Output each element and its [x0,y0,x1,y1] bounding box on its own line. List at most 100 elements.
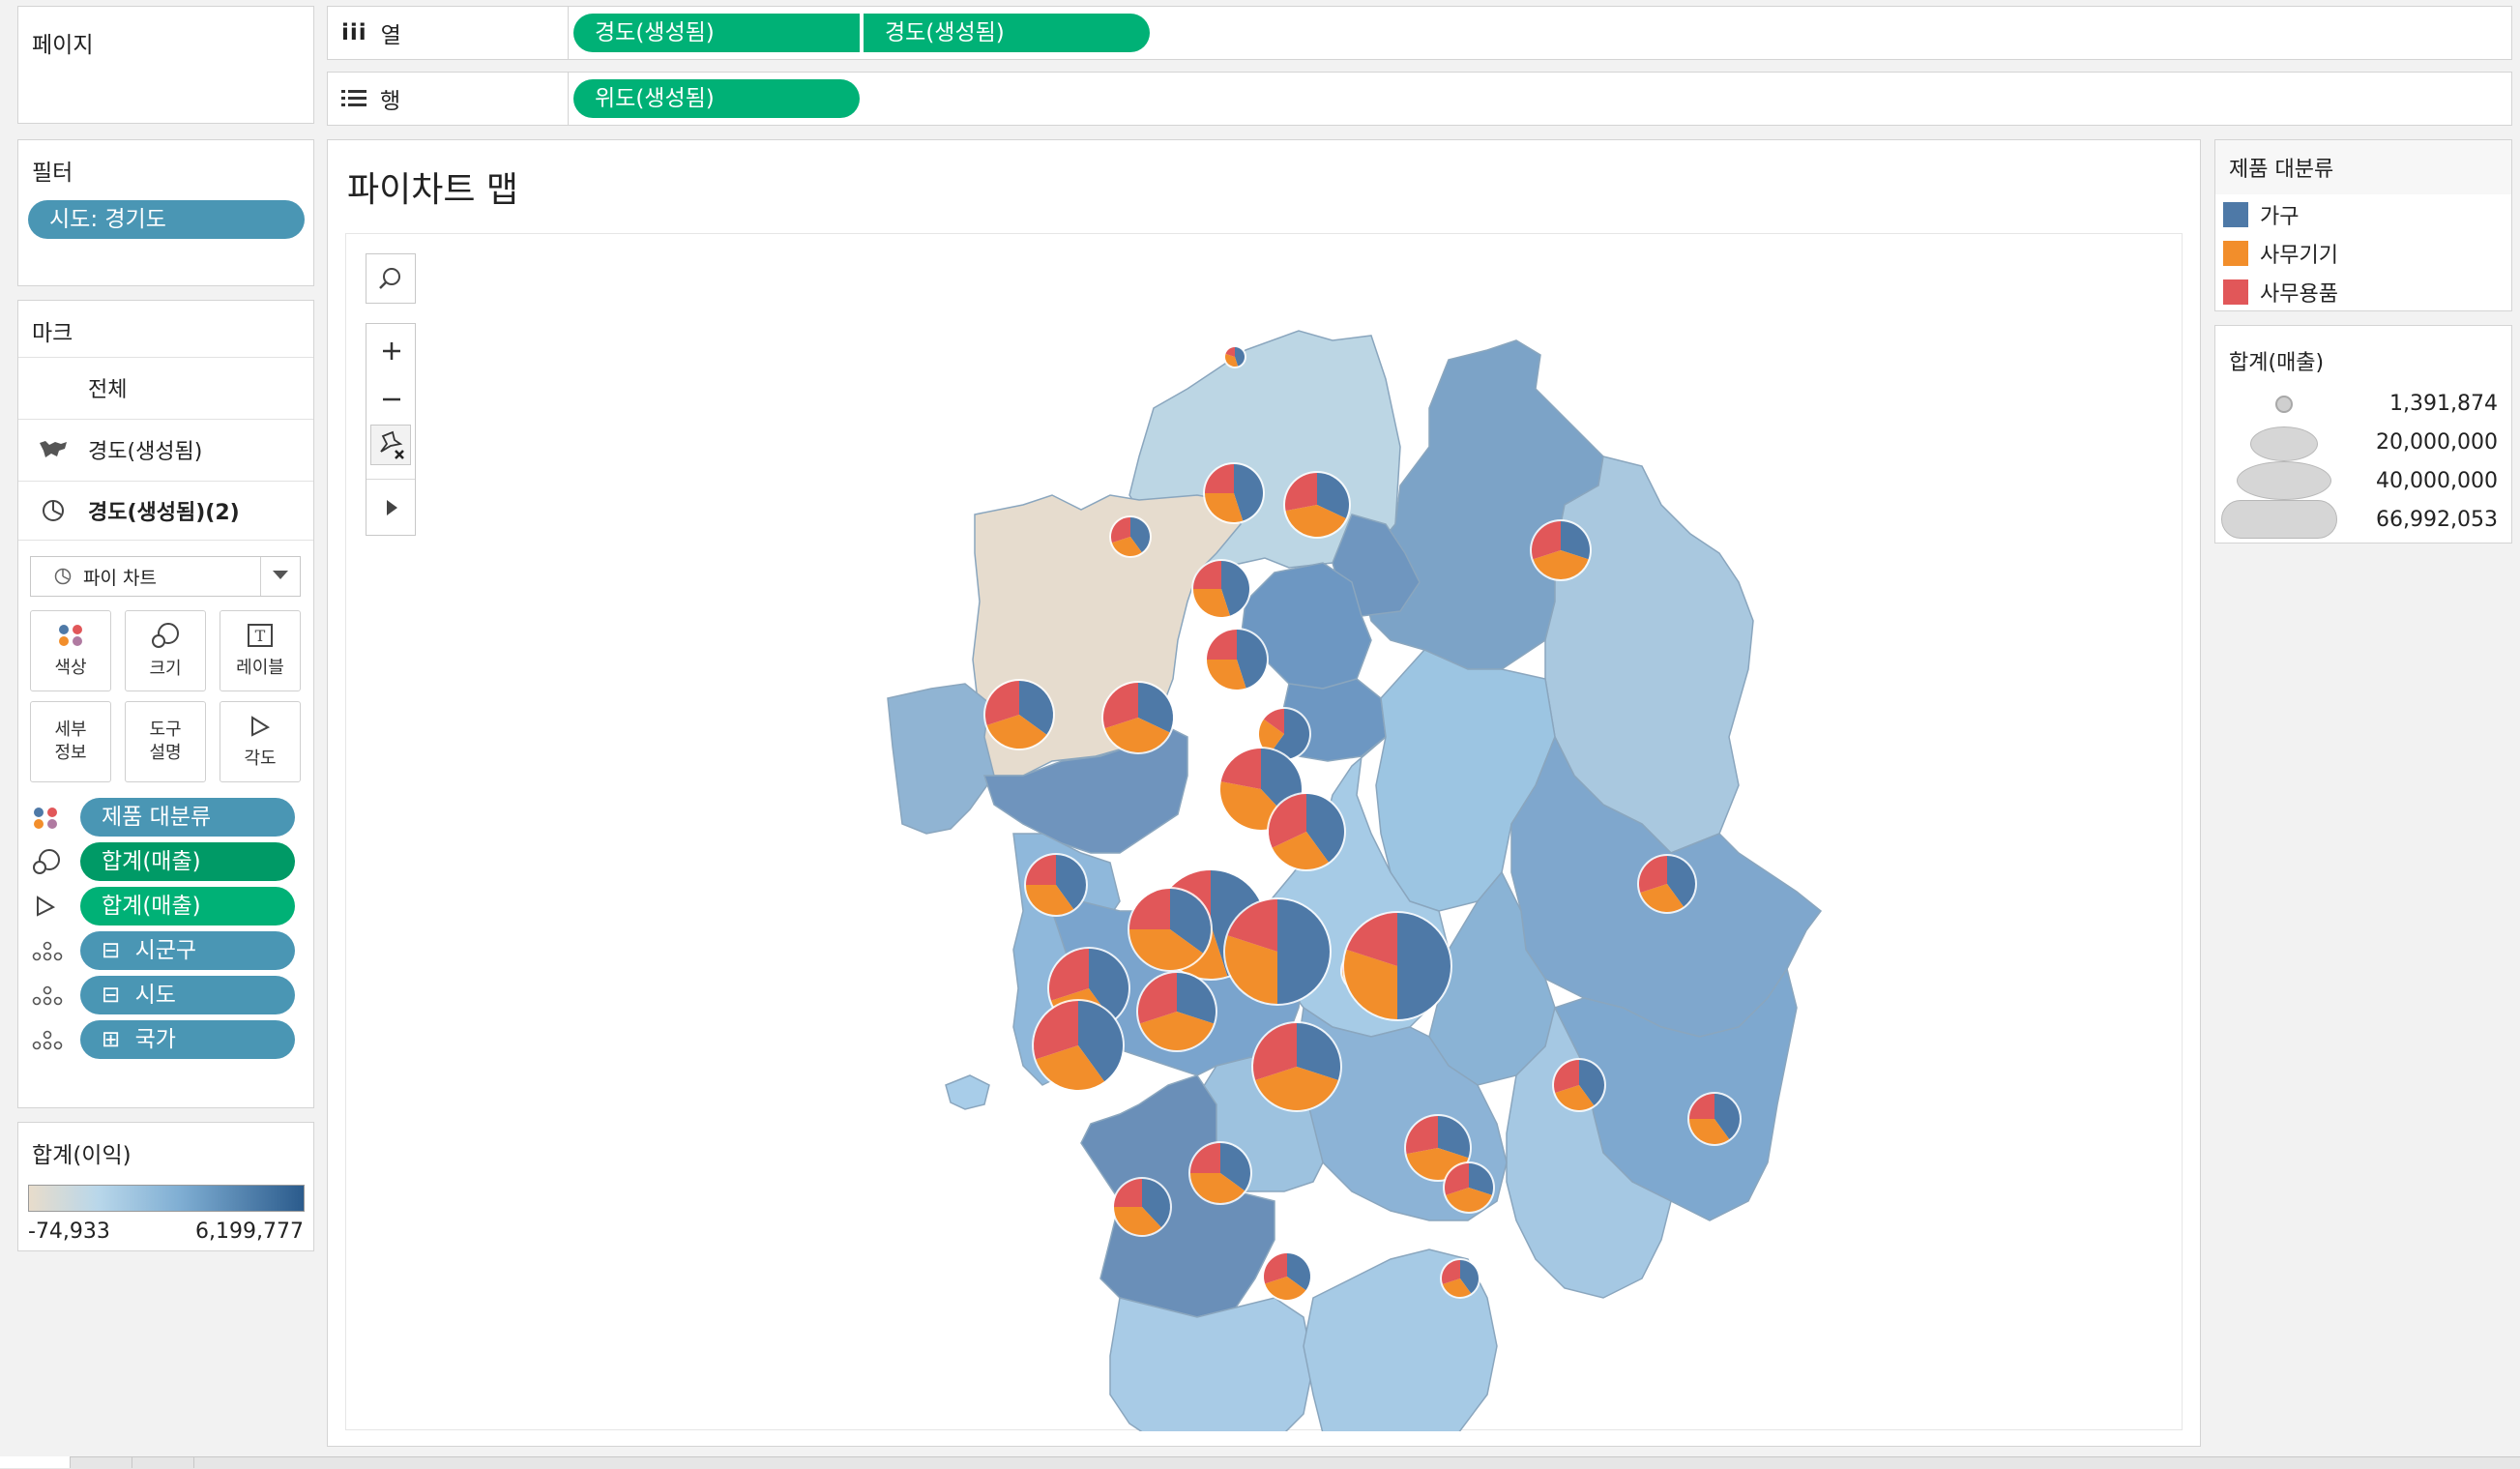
pie-mark[interactable] [1687,1092,1742,1146]
color-card[interactable]: 색상 [30,610,111,691]
field-row-country[interactable]: ⊞ 국가 [18,1020,313,1059]
pie-mark[interactable] [1223,897,1332,1006]
pie-mark[interactable] [1101,681,1175,754]
pie-mark[interactable] [1032,999,1125,1092]
angle-icon [37,896,56,917]
marks-layer1-tab[interactable]: 경도(생성됨) [18,419,313,479]
columns-pill-2[interactable]: 경도(생성됨) [864,14,1150,52]
legend-item-office-machines[interactable]: 사무기기 [2223,237,2338,270]
columns-shelf[interactable]: iii 열 경도(생성됨) 경도(생성됨) [327,6,2512,60]
size-mark-4 [2221,500,2337,539]
field-row-angle[interactable]: 합계(매출) [18,887,313,925]
pie-mark[interactable] [1203,462,1265,524]
field-row-sido[interactable]: ⊟ 시도 [18,976,313,1014]
svg-text:T: T [255,627,266,645]
pages-title: 페이지 [32,33,94,58]
detail-card[interactable]: 세부 정보 [30,701,111,782]
pie-mark[interactable] [1112,1177,1172,1237]
pie-mark[interactable] [1267,792,1346,871]
marks-all-tab[interactable]: 전체 [18,357,313,417]
pages-shelf[interactable]: 페이지 [17,6,314,124]
label-card[interactable]: T 레이블 [220,610,301,691]
size-legend-row-1: 1,391,874 [2215,388,2511,423]
columns-pill-1[interactable]: 경도(생성됨) [573,14,860,52]
pie-mark[interactable] [1443,1161,1495,1214]
legend-item-furniture[interactable]: 가구 [2223,198,2299,231]
profit-min: -74,933 [28,1219,110,1244]
field-row-color[interactable]: 제품 대분류 [18,798,313,837]
pie-mark[interactable] [1191,559,1251,619]
field-row-size[interactable]: 합계(매출) [18,842,313,881]
field-pill-country[interactable]: ⊞ 국가 [80,1020,295,1059]
rows-pill-1[interactable]: 위도(생성됨) [573,79,860,118]
filters-shelf[interactable]: 필터 시도: 경기도 [17,139,314,286]
filter-pill-sido[interactable]: 시도: 경기도 [28,200,305,239]
angle-card[interactable]: 각도 [220,701,301,782]
profit-legend[interactable]: 합계(이익) -74,933 6,199,777 [17,1122,314,1251]
profit-gradient [28,1185,305,1212]
mark-type-label: 파이 차트 [83,567,157,589]
tooltip-card[interactable]: 도구 설명 [125,701,206,782]
size-legend[interactable]: 합계(매출) 1,391,874 20,000,000 40,000,000 6… [2214,325,2512,544]
filters-title: 필터 [32,161,73,186]
legend-item-office-supplies[interactable]: 사무용품 [2223,276,2338,308]
map-area[interactable] [345,233,2183,1431]
field-pill-category[interactable]: 제품 대분류 [80,798,295,837]
legend-swatch-office-machines [2223,241,2248,266]
marks-layer2-tab[interactable]: 경도(생성됨)(2) [18,481,313,541]
size-mark-3 [2237,461,2331,500]
collapse-icon[interactable]: ⊟ [102,938,120,963]
pie-mark[interactable] [1342,911,1452,1021]
sheet-tab-2[interactable] [70,1456,132,1468]
columns-label: iii 열 [341,7,401,59]
text-icon: T [248,624,273,647]
field-pill-sigungu[interactable]: ⊟ 시군구 [80,931,295,970]
pie-mark[interactable] [1262,1251,1312,1302]
pie-mark[interactable] [983,679,1055,750]
color-icon [59,625,82,646]
pie-mark[interactable] [1637,854,1697,914]
legend-swatch-office-supplies [2223,279,2248,305]
pie-mark[interactable] [1188,1141,1252,1205]
sheet-tab-1[interactable] [0,1456,71,1468]
pie-mark[interactable] [1109,515,1152,558]
field-pill-sido[interactable]: ⊟ 시도 [80,976,295,1014]
region-polygon[interactable] [1109,1297,1314,1431]
field-row-sigungu[interactable]: ⊟ 시군구 [18,931,313,970]
sheet-tab-3[interactable] [132,1456,194,1468]
pie-mark[interactable] [1440,1258,1480,1299]
profit-legend-title: 합계(이익) [32,1143,132,1168]
size-legend-row-3: 40,000,000 [2215,461,2511,500]
pie-icon [30,499,76,522]
pie-mark[interactable] [1205,628,1269,691]
pie-mark[interactable] [1552,1058,1606,1112]
pie-mark[interactable] [1530,519,1592,581]
size-icon [33,849,60,874]
marks-title: 마크 [32,321,73,346]
size-card[interactable]: 크기 [125,610,206,691]
columns-label-text: 열 [380,23,401,48]
category-legend[interactable]: 제품 대분류 가구 사무기기 사무용품 [2214,139,2512,311]
field-pill-sales-size[interactable]: 합계(매출) [80,842,295,881]
pie-mark[interactable] [1024,853,1088,917]
field-pill-sales-angle[interactable]: 합계(매출) [80,887,295,925]
pie-mark[interactable] [1223,345,1246,368]
view-title: 파이차트 맵 [347,170,519,210]
angle-icon [251,716,271,737]
pie-small-icon [54,568,72,585]
region-polygon[interactable] [945,1074,990,1110]
pie-map[interactable] [346,234,2183,1431]
collapse-icon[interactable]: ⊟ [102,983,120,1008]
pie-mark[interactable] [1136,971,1217,1052]
pie-slice[interactable] [1207,630,1237,660]
region-polygon[interactable] [887,683,995,835]
expand-icon[interactable]: ⊞ [102,1027,120,1052]
pie-mark[interactable] [1251,1021,1342,1112]
mark-type-dropdown[interactable]: 파이 차트 [30,556,301,597]
pie-mark[interactable] [1128,887,1213,972]
pie-slice[interactable] [1129,889,1170,929]
rows-label: 행 [341,73,400,125]
rows-label-text: 행 [380,89,401,114]
pie-mark[interactable] [1283,471,1351,539]
rows-shelf[interactable]: 행 위도(생성됨) [327,72,2512,126]
